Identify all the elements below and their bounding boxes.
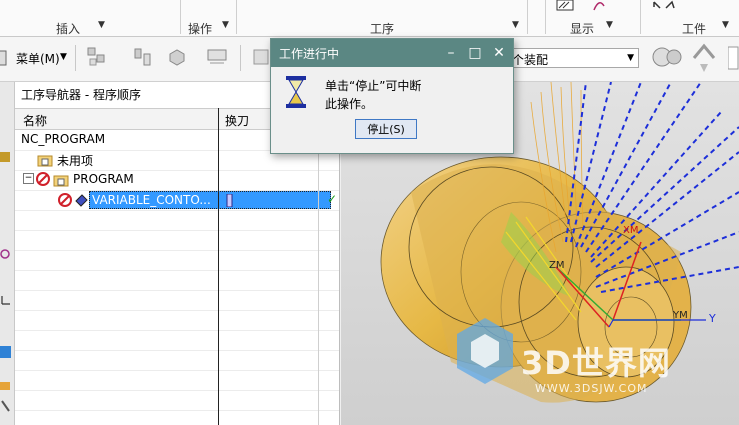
tree-row: [15, 210, 340, 231]
tree-row: [15, 230, 340, 251]
check-icon: ✓: [327, 192, 338, 206]
stop-button[interactable]: 停止(S): [355, 119, 417, 139]
watermark-text: 3D世界网: [521, 344, 671, 382]
ribbon-separator: [236, 0, 237, 34]
assembly-view-icon[interactable]: [650, 42, 684, 72]
toolbar-separator: [75, 45, 76, 71]
folder-icon: [37, 155, 53, 167]
close-button[interactable]: ✕: [489, 43, 509, 63]
face-filter-icon[interactable]: [206, 46, 228, 68]
axis-label-ym: YM: [673, 310, 688, 321]
tree-label: NC_PROGRAM: [21, 132, 106, 146]
maximize-button[interactable]: □: [465, 43, 485, 63]
tree-row: [15, 330, 340, 351]
tree-row: [15, 310, 340, 331]
toolbar-separator: [240, 45, 241, 71]
ribbon-separator: [527, 0, 528, 34]
not-generated-icon: [58, 193, 72, 207]
column-divider[interactable]: [218, 108, 219, 425]
workpiece-arrows-icon[interactable]: [652, 0, 678, 12]
resource-tab-icon[interactable]: [0, 292, 12, 306]
dialog-message: 单击“停止”可中断: [325, 79, 422, 93]
resource-tab-icon[interactable]: [0, 398, 12, 414]
watermark-url: WWW.3DSJW.COM: [535, 382, 648, 395]
chevron-down-icon[interactable]: ▼: [606, 20, 613, 30]
operation-icon: [75, 194, 88, 207]
tree-label: 未用项: [57, 154, 94, 168]
tree-row[interactable]: − PROGRAM: [15, 170, 340, 191]
overflow-icon[interactable]: [728, 45, 739, 71]
tree-row: [15, 270, 340, 291]
tree-row-selected[interactable]: VARIABLE_CONTO... ✓: [15, 190, 340, 211]
curve-icon[interactable]: [592, 0, 606, 12]
menu-icon[interactable]: [0, 49, 10, 67]
menu-button[interactable]: 菜单(M): [16, 50, 60, 67]
ribbon-group-workpiece[interactable]: 工件: [682, 20, 706, 37]
tree-row: [15, 350, 340, 371]
snap-icon[interactable]: [250, 46, 272, 68]
chevron-down-icon[interactable]: ▼: [222, 20, 229, 30]
column-header-name[interactable]: 名称: [23, 112, 47, 129]
chevron-down-icon[interactable]: ▼: [512, 20, 519, 30]
navigator-title: 工序导航器 - 程序顺序: [21, 88, 141, 102]
chevron-down-icon[interactable]: ▼: [627, 53, 634, 63]
chevron-down-icon[interactable]: ▼: [722, 20, 729, 30]
snap-point-icon[interactable]: [132, 46, 154, 68]
ribbon-group-display[interactable]: 显示: [570, 20, 594, 37]
resource-tab-icon[interactable]: [0, 248, 12, 260]
axis-label-y: Y: [709, 312, 716, 325]
column-header-tool-change[interactable]: 换刀: [225, 112, 249, 129]
ribbon-separator: [640, 0, 641, 34]
resource-tab-icon[interactable]: [0, 344, 12, 360]
ribbon-separator: [545, 0, 546, 34]
axis-label-zm: ZM: [549, 260, 565, 271]
tree-label: PROGRAM: [73, 172, 134, 186]
display-mode-icon[interactable]: [556, 0, 574, 12]
chevron-down-icon[interactable]: ▼: [98, 20, 105, 30]
assembly-select-value: 个装配: [512, 53, 549, 67]
chevron-down-icon[interactable]: ▼: [60, 52, 67, 62]
filter-icon[interactable]: [690, 42, 718, 74]
ribbon-separator: [180, 0, 181, 34]
not-generated-icon: [36, 172, 50, 186]
resource-tab-icon[interactable]: [0, 150, 12, 164]
ribbon-group-insert[interactable]: 插入: [56, 20, 80, 37]
selection-highlight: VARIABLE_CONTO...: [89, 191, 331, 209]
resource-bar: [0, 82, 15, 425]
tree-row: [15, 370, 340, 391]
collapse-icon[interactable]: −: [23, 173, 34, 184]
tree-row: [15, 390, 340, 411]
progress-dialog: 工作进行中 – □ ✕ 单击“停止”可中断 此操作。 停止(S): [270, 38, 514, 154]
assembly-select[interactable]: 个装配 ▼: [505, 48, 639, 68]
dialog-titlebar[interactable]: 工作进行中 – □ ✕: [271, 39, 513, 67]
tree-row: [15, 250, 340, 271]
ribbon: 插入 ▼ 操作 ▼ 工序 ▼ 显示 ▼ 工件 ▼: [0, 0, 739, 37]
dialog-title: 工作进行中: [279, 47, 340, 61]
part-filter-icon[interactable]: [166, 46, 188, 68]
tree-row: [15, 290, 340, 311]
column-divider: [318, 128, 319, 425]
folder-icon: [53, 175, 69, 187]
ribbon-group-process[interactable]: 工序: [370, 20, 394, 37]
ribbon-group-operation[interactable]: 操作: [188, 20, 212, 37]
dialog-message: 此操作。: [325, 97, 374, 111]
tool-icon: [226, 194, 233, 207]
minimize-button[interactable]: –: [441, 43, 461, 63]
select-filter-icon[interactable]: [86, 46, 108, 68]
watermark-logo: [457, 318, 513, 384]
tree-label: VARIABLE_CONTO...: [92, 193, 211, 207]
resource-tab-icon[interactable]: [0, 380, 12, 392]
axis-label-xm: XM: [623, 225, 639, 236]
hourglass-icon: [286, 76, 306, 108]
